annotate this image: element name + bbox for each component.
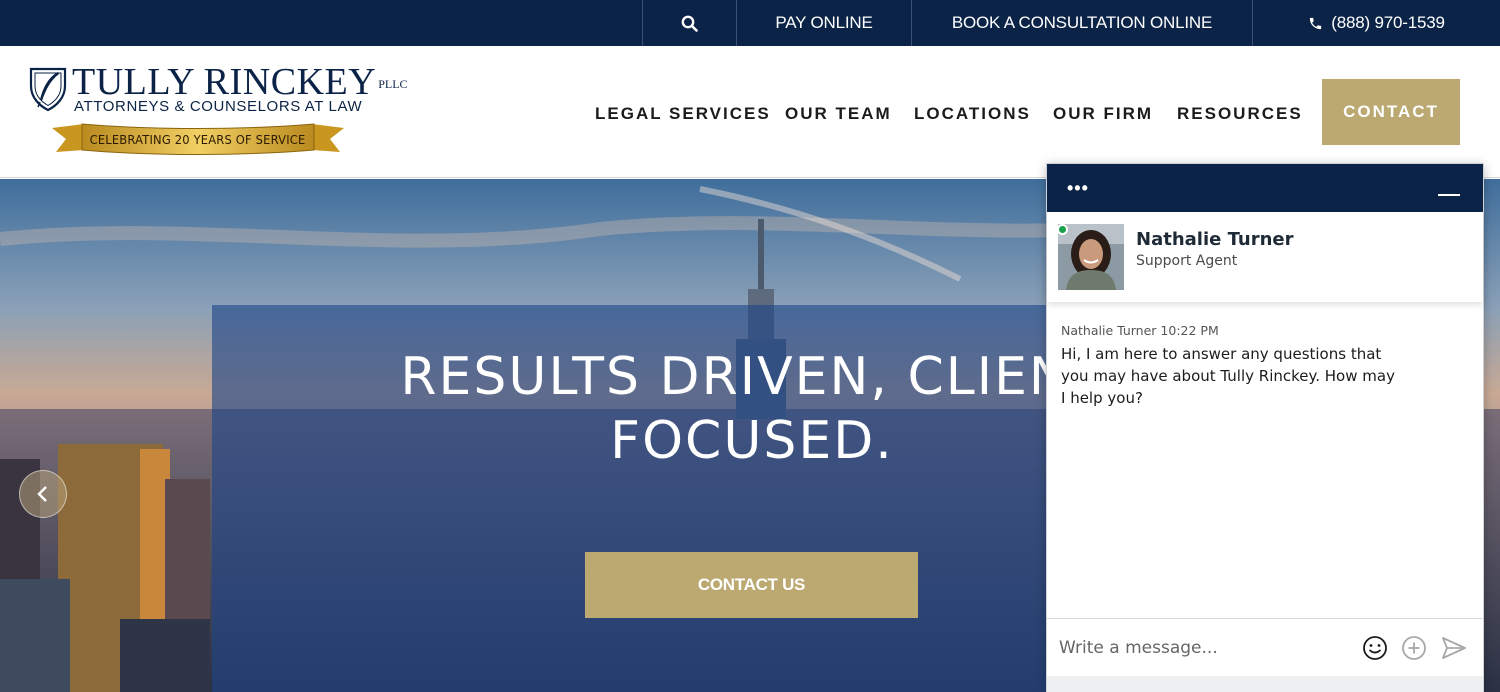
nav-our-firm[interactable]: OUR FIRM xyxy=(1053,104,1153,124)
search-button[interactable] xyxy=(642,0,736,46)
chat-footer xyxy=(1047,676,1483,692)
contact-us-button[interactable]: CONTACT US xyxy=(585,552,918,618)
logo-name-text: TULLY RINCKEY xyxy=(72,61,377,103)
minimize-icon[interactable] xyxy=(1438,194,1460,196)
plus-circle-icon[interactable] xyxy=(1401,635,1427,661)
agent-avatar xyxy=(1058,224,1124,290)
chat-widget: ••• Nathalie Turner Support Agent Nathal… xyxy=(1046,163,1484,692)
agent-role: Support Agent xyxy=(1136,253,1238,269)
chat-composer xyxy=(1047,618,1483,676)
nav-legal-services[interactable]: LEGAL SERVICES xyxy=(595,104,771,124)
chat-message-input[interactable] xyxy=(1059,633,1349,663)
phone-link[interactable]: (888) 970-1539 xyxy=(1252,0,1500,46)
chevron-left-icon xyxy=(37,486,47,502)
send-icon[interactable] xyxy=(1441,635,1467,661)
search-icon xyxy=(681,15,698,32)
logo-suffix: PLLC xyxy=(378,77,408,91)
site-logo[interactable]: TULLY RINCKEY PLLC ATTORNEYS & COUNSELORS… xyxy=(28,61,408,159)
chat-header: ••• xyxy=(1047,164,1483,212)
logo-tagline: ATTORNEYS & COUNSELORS AT LAW xyxy=(74,98,363,115)
message-meta: Nathalie Turner 10:22 PM xyxy=(1061,323,1219,338)
book-consultation-link[interactable]: BOOK A CONSULTATION ONLINE xyxy=(911,0,1252,46)
contact-button[interactable]: CONTACT xyxy=(1322,79,1460,145)
utility-bar: PAY ONLINE BOOK A CONSULTATION ONLINE (8… xyxy=(0,0,1500,46)
nav-our-team[interactable]: OUR TEAM xyxy=(785,104,892,124)
agent-name: Nathalie Turner xyxy=(1136,229,1294,250)
agent-card: Nathalie Turner Support Agent xyxy=(1047,212,1483,302)
nav-resources[interactable]: RESOURCES xyxy=(1177,104,1303,124)
shield-quill-icon xyxy=(29,67,67,112)
online-status-dot xyxy=(1057,224,1068,235)
phone-number: (888) 970-1539 xyxy=(1331,13,1445,32)
agent-message: Hi, I am here to answer any questions th… xyxy=(1061,345,1395,407)
phone-icon xyxy=(1310,17,1322,29)
site-header: TULLY RINCKEY PLLC ATTORNEYS & COUNSELORS… xyxy=(0,46,1500,178)
emoji-icon[interactable] xyxy=(1362,635,1388,661)
nav-locations[interactable]: LOCATIONS xyxy=(914,104,1031,124)
more-dots-icon[interactable]: ••• xyxy=(1067,178,1089,199)
slider-prev-button[interactable] xyxy=(19,470,67,518)
pay-online-link[interactable]: PAY ONLINE xyxy=(736,0,911,46)
anniversary-text: CELEBRATING 20 YEARS OF SERVICE xyxy=(89,132,306,147)
